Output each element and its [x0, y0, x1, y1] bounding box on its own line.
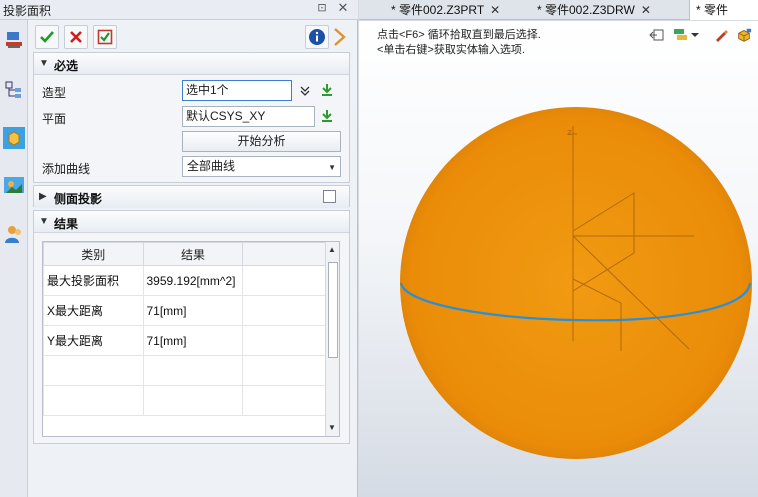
collapse-arrow-icon: ▼: [39, 58, 49, 69]
scroll-thumb[interactable]: [328, 262, 338, 358]
sphere-model[interactable]: z: [359, 21, 758, 497]
results-section: ▼ 结果 类别 结果 最大投影面积 3959.192[mm^2] X最大距离 7…: [33, 210, 350, 444]
expand-arrow-icon: ▶: [39, 191, 47, 202]
shape-filter-icon[interactable]: [319, 82, 335, 98]
column-header: 结果: [142, 242, 244, 266]
tab-part002-drw[interactable]: * 零件002.Z3DRW ✕: [531, 0, 667, 20]
add-curve-value: 全部曲线: [187, 159, 236, 173]
help-arrow-icon[interactable]: [333, 25, 350, 49]
column-header: 类别: [43, 242, 144, 266]
table-cell: Y最大距离: [43, 325, 144, 356]
section-title: 侧面投影: [54, 192, 103, 206]
required-section-header[interactable]: ▼ 必选: [34, 53, 349, 75]
table-row[interactable]: [43, 355, 326, 386]
assembly-tree-icon[interactable]: [2, 78, 26, 102]
table-cell: [242, 325, 326, 356]
scroll-up-icon[interactable]: ▲: [328, 245, 336, 254]
tab-part003[interactable]: * 零件003.Z3: [689, 0, 758, 37]
user-icon[interactable]: [2, 222, 26, 246]
cancel-button[interactable]: [64, 25, 88, 49]
plane-input[interactable]: 默认CSYS_XY: [182, 106, 315, 127]
document-tabs: * 零件002.Z3PRT ✕ * 零件002.Z3DRW ✕ * 零件003.Z3: [359, 0, 758, 37]
scroll-down-icon[interactable]: ▼: [328, 423, 336, 432]
shape-input[interactable]: 选中1个: [182, 80, 292, 101]
table-cell: [242, 355, 326, 386]
panel-title: 投影面积: [3, 4, 52, 18]
tab-part002-prt[interactable]: * 零件002.Z3PRT ✕: [385, 0, 520, 20]
start-analysis-button[interactable]: 开始分析: [182, 131, 341, 152]
table-cell: X最大距离: [43, 295, 144, 326]
projection-area-panel: 投影面积 ⊡ ✕ ▼ 必选 造型 选中1个 平面 默认CSYS_XY 开始分析 …: [0, 0, 358, 497]
table-cell: [142, 355, 244, 386]
table-cell: [242, 385, 326, 416]
table-cell: [242, 265, 326, 296]
table-scrollbar[interactable]: ▲ ▼: [325, 242, 339, 436]
required-section: ▼ 必选 造型 选中1个 平面 默认CSYS_XY 开始分析 添加曲线 全部曲线…: [33, 52, 350, 183]
collapse-arrow-icon: ▼: [39, 216, 49, 227]
side-projection-section: ▶ 侧面投影: [33, 185, 350, 208]
tab-close-icon[interactable]: ✕: [490, 3, 500, 17]
pin-icon[interactable]: ⊡: [316, 2, 328, 14]
table-cell: 71[mm]: [142, 325, 244, 356]
action-bar: [33, 22, 350, 52]
add-curve-label: 添加曲线: [42, 162, 91, 176]
table-cell: [43, 355, 144, 386]
vertical-toolbar: [0, 20, 28, 497]
section-title: 结果: [54, 217, 79, 231]
dropdown-arrow-icon: ▼: [328, 163, 336, 172]
history-icon[interactable]: [2, 28, 26, 52]
table-row[interactable]: 最大投影面积 3959.192[mm^2]: [43, 265, 326, 296]
results-section-header[interactable]: ▼ 结果: [34, 211, 349, 233]
tab-label: * 零件002.Z3PRT: [391, 3, 485, 17]
add-curve-select[interactable]: 全部曲线 ▼: [182, 156, 341, 177]
tab-close-icon[interactable]: ✕: [641, 3, 651, 17]
3d-viewport[interactable]: 点击<F6> 循环拾取直到最后选择. <单击右键>获取实体输入选项. z: [359, 21, 758, 497]
table-cell: [242, 295, 326, 326]
section-title: 必选: [54, 59, 79, 73]
form-area: ▼ 必选 造型 选中1个 平面 默认CSYS_XY 开始分析 添加曲线 全部曲线…: [33, 20, 350, 497]
table-row[interactable]: X最大距离 71[mm]: [43, 295, 326, 326]
table-row[interactable]: [43, 385, 326, 416]
part-cube-icon[interactable]: [2, 126, 26, 150]
table-cell: 3959.192[mm^2]: [142, 265, 244, 296]
column-header-empty: [242, 242, 326, 266]
tab-label: * 零件002.Z3DRW: [537, 3, 635, 17]
side-projection-checkbox[interactable]: [323, 190, 336, 203]
plane-label: 平面: [42, 112, 67, 126]
table-cell: [43, 385, 144, 416]
ok-button[interactable]: [35, 25, 59, 49]
view-manager-icon[interactable]: [2, 174, 26, 198]
shape-label: 造型: [42, 86, 67, 100]
table-cell: 最大投影面积: [43, 265, 144, 296]
apply-button[interactable]: [93, 25, 117, 49]
z-axis-label: z: [567, 128, 572, 138]
close-icon[interactable]: ✕: [336, 1, 350, 15]
sphere-body: [400, 107, 752, 459]
info-icon[interactable]: [305, 25, 329, 49]
side-projection-header[interactable]: ▶ 侧面投影: [34, 186, 349, 208]
table-cell: 71[mm]: [142, 295, 244, 326]
table-cell: [142, 385, 244, 416]
plane-filter-icon[interactable]: [319, 108, 335, 124]
table-row[interactable]: Y最大距离 71[mm]: [43, 325, 326, 356]
panel-title-bar: 投影面积 ⊡ ✕: [0, 0, 358, 20]
double-chevron-down-icon[interactable]: [297, 83, 313, 99]
results-table: 类别 结果 最大投影面积 3959.192[mm^2] X最大距离 71[mm]…: [42, 241, 340, 437]
